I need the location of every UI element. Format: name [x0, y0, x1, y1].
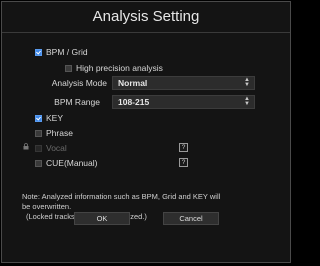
bpm-grid-label: BPM / Grid: [46, 47, 88, 57]
cue-manual-checkbox[interactable]: [35, 159, 42, 167]
select-arrows-icon: ▲ ▼: [244, 96, 250, 107]
bpm-grid-checkbox[interactable]: [35, 48, 42, 56]
vocal-checkbox: [35, 144, 42, 152]
key-label: KEY: [46, 113, 64, 123]
high-precision-option[interactable]: High precision analysis: [65, 63, 163, 73]
cue-manual-label: CUE(Manual): [46, 158, 98, 168]
high-precision-checkbox[interactable]: [65, 64, 72, 72]
note-line-1: Note: Analyzed information such as BPM, …: [22, 192, 221, 201]
note-line-2: be overwritten.: [22, 202, 72, 211]
bpm-range-label: BPM Range: [54, 97, 100, 107]
note-line-3: (Locked tracks will not be analyzed.): [26, 212, 147, 221]
analysis-setting-dialog: Analysis Setting BPM / Grid High precisi…: [1, 1, 291, 263]
high-precision-label: High precision analysis: [76, 63, 163, 73]
phrase-option[interactable]: Phrase: [35, 128, 73, 138]
cue-manual-option[interactable]: CUE(Manual): [35, 158, 98, 168]
key-checkbox[interactable]: [35, 114, 42, 122]
bpm-grid-option[interactable]: BPM / Grid: [35, 47, 88, 57]
overwrite-note: Note: Analyzed information such as BPM, …: [22, 192, 284, 222]
analysis-mode-select[interactable]: Normal ▲ ▼: [112, 76, 255, 90]
vocal-help-icon[interactable]: ?: [179, 143, 188, 152]
vocal-option: Vocal: [35, 143, 67, 153]
vocal-label: Vocal: [46, 143, 67, 153]
select-arrows-icon: ▲ ▼: [244, 77, 250, 88]
analysis-mode-label: Analysis Mode: [51, 78, 107, 88]
title-divider: [2, 32, 290, 33]
cancel-button[interactable]: Cancel: [163, 212, 219, 225]
cue-help-icon[interactable]: ?: [179, 158, 188, 167]
analysis-mode-value: Normal: [118, 78, 148, 88]
bpm-range-select[interactable]: 108-215 ▲ ▼: [112, 95, 255, 109]
bpm-range-value: 108-215: [118, 97, 150, 107]
lock-icon: [23, 143, 29, 150]
key-option[interactable]: KEY: [35, 113, 63, 123]
phrase-checkbox[interactable]: [35, 129, 42, 137]
dialog-title: Analysis Setting: [92, 8, 200, 25]
ok-button[interactable]: OK: [74, 212, 130, 225]
phrase-label: Phrase: [46, 128, 73, 138]
